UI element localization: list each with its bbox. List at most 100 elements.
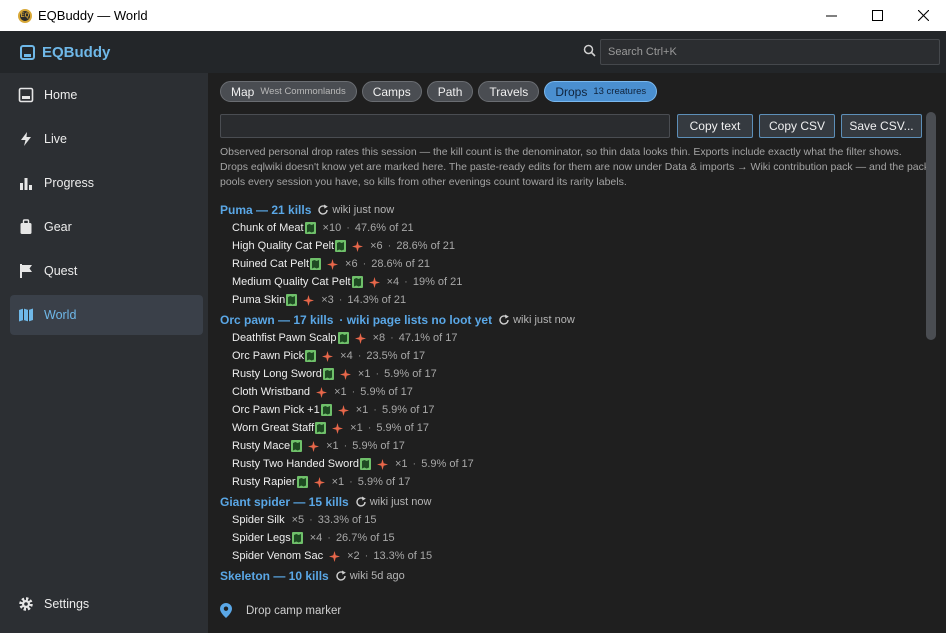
tab-label: Drops: [555, 84, 588, 99]
drop-count: ×1: [326, 440, 339, 452]
wiki-known-map-icon: [359, 458, 371, 470]
drop-count: ×4: [386, 276, 400, 288]
new-drop-star-icon: [329, 550, 341, 562]
drop-row: Orc Pawn Pick ×4 · 23.5% of 17: [220, 347, 920, 365]
sidebar-item-gear[interactable]: Gear: [10, 207, 203, 247]
drop-name: Rusty Long Sword: [232, 368, 322, 380]
drop-name: High Quality Cat Pelt: [232, 240, 335, 252]
window-title: EQBuddy — World: [38, 8, 148, 23]
sidebar-item-live[interactable]: Live: [10, 119, 203, 159]
separator-dot: ·: [338, 294, 343, 306]
refresh-icon[interactable]: [355, 496, 367, 508]
drop-name: Puma Skin: [232, 294, 286, 306]
title-bar: EQ EQBuddy — World: [0, 0, 946, 31]
save-csv-button[interactable]: Save CSV...: [841, 114, 922, 138]
tab-map[interactable]: Map West Commonlands: [220, 81, 357, 102]
sidebar-item-progress[interactable]: Progress: [10, 163, 203, 203]
drop-count: ×6: [345, 258, 358, 270]
drop-group-header[interactable]: Skeleton — 10 kills wiki 5d ago: [220, 567, 920, 585]
map-icon: [18, 307, 34, 323]
copy-csv-button[interactable]: Copy CSV: [759, 114, 835, 138]
search-input[interactable]: Search Ctrl+K: [600, 39, 940, 65]
filter-input[interactable]: [220, 114, 670, 138]
refresh-icon[interactable]: [498, 314, 510, 326]
sidebar-item-home[interactable]: Home: [10, 75, 203, 115]
tab-label: Travels: [489, 84, 529, 99]
bar-chart-icon: [18, 175, 34, 191]
new-drop-star-icon: [339, 368, 351, 380]
app-header: EQBuddy Search Ctrl+K: [0, 31, 946, 73]
sidebar-item-world[interactable]: World: [10, 295, 203, 335]
refresh-icon[interactable]: [317, 204, 329, 216]
new-drop-star-icon: [308, 440, 320, 452]
drop-rate: 19% of 21: [412, 276, 463, 288]
drops-description: Observed personal drop rates this sessio…: [220, 146, 930, 188]
drop-name: Chunk of Meat: [232, 222, 304, 234]
drop-camp-marker-button[interactable]: Drop camp marker: [220, 603, 341, 618]
drop-count: ×3: [321, 294, 334, 306]
brand-name: EQBuddy: [42, 44, 111, 61]
sidebar-item-label: Home: [44, 88, 78, 102]
maximize-button[interactable]: [854, 0, 900, 31]
sidebar-item-settings[interactable]: Settings: [10, 584, 203, 624]
group-title[interactable]: Giant spider — 15 kills: [220, 495, 349, 509]
drop-rate: 47.6% of 21: [354, 222, 414, 234]
tab-camps[interactable]: Camps: [361, 81, 422, 102]
tab-label: Map: [231, 84, 255, 99]
maximize-icon: [871, 10, 883, 21]
drop-name: Orc Pawn Pick +1: [232, 404, 320, 416]
separator-dot: ·: [404, 276, 408, 288]
wiki-known-map-icon: [315, 422, 327, 434]
wiki-status: wiki just now: [369, 496, 432, 508]
drop-group-header[interactable]: Puma — 21 kills wiki just now: [220, 201, 920, 219]
separator-dot: ·: [390, 332, 394, 344]
drop-name: Spider Venom Sac: [232, 550, 324, 562]
new-drop-star-icon: [303, 294, 315, 306]
sidebar-item-label: Settings: [44, 597, 90, 611]
close-window-button[interactable]: [900, 0, 946, 31]
refresh-icon[interactable]: [335, 570, 347, 582]
separator-dot: ·: [327, 532, 331, 544]
drop-rate: 5.9% of 17: [421, 458, 474, 470]
drop-count: ×8: [372, 332, 386, 344]
new-drop-star-icon: [354, 332, 366, 344]
drop-name: Ruined Cat Pelt: [232, 258, 310, 270]
drop-rate: 5.9% of 17: [360, 386, 413, 398]
tab-drops[interactable]: Drops 13 creatures: [544, 81, 658, 102]
app-icon-text: EQ: [20, 12, 30, 19]
drop-row: High Quality Cat Pelt ×6 · 28.6% of 21: [220, 237, 920, 255]
wiki-known-map-icon: [310, 258, 322, 270]
minimize-icon: [825, 15, 837, 17]
tab-path[interactable]: Path: [426, 81, 474, 102]
wiki-known-map-icon: [322, 368, 334, 380]
drop-group-header[interactable]: Orc pawn — 17 kills · wiki page lists no …: [220, 311, 920, 329]
minimize-button[interactable]: [808, 0, 854, 31]
tab-sublabel: 13 creatures: [593, 86, 647, 97]
drop-row: Medium Quality Cat Pelt ×4 · 19% of 21: [220, 273, 920, 291]
tab-travels[interactable]: Travels: [478, 81, 540, 102]
drop-name: Deathfist Pawn Scalp: [232, 332, 337, 344]
drop-row: Spider Venom Sac ×2 · 13.3% of 15: [220, 547, 920, 565]
wiki-known-map-icon: [296, 476, 308, 488]
brand[interactable]: EQBuddy: [20, 44, 110, 61]
wiki-known-map-icon: [286, 294, 298, 306]
drop-name: Medium Quality Cat Pelt: [232, 276, 351, 288]
gear-icon: [18, 596, 34, 612]
sidebar-item-quest[interactable]: Quest: [10, 251, 203, 291]
drop-name: Worn Great Staff: [232, 422, 315, 434]
brand-logo-icon: [20, 45, 35, 60]
sidebar-item-label: Progress: [44, 176, 95, 190]
group-title[interactable]: Skeleton — 10 kills: [220, 569, 329, 583]
copy-text-button[interactable]: Copy text: [677, 114, 753, 138]
drops-list: Puma — 21 kills wiki just now Chunk of Mea…: [220, 199, 920, 585]
sidebar-item-label: Gear: [44, 220, 72, 234]
group-title[interactable]: Puma — 21 kills: [220, 203, 311, 217]
drop-row: Puma Skin ×3 · 14.3% of 21: [220, 291, 920, 309]
group-title[interactable]: Orc pawn — 17 kills: [220, 313, 333, 327]
wiki-known-map-icon: [291, 532, 303, 544]
group-warning: · wiki page lists no loot yet: [339, 313, 493, 327]
drop-count: ×6: [370, 240, 383, 252]
separator-dot: ·: [343, 440, 348, 452]
drop-group-header[interactable]: Giant spider — 15 kills wiki just now: [220, 493, 920, 511]
scrollbar-thumb[interactable]: [926, 112, 936, 340]
